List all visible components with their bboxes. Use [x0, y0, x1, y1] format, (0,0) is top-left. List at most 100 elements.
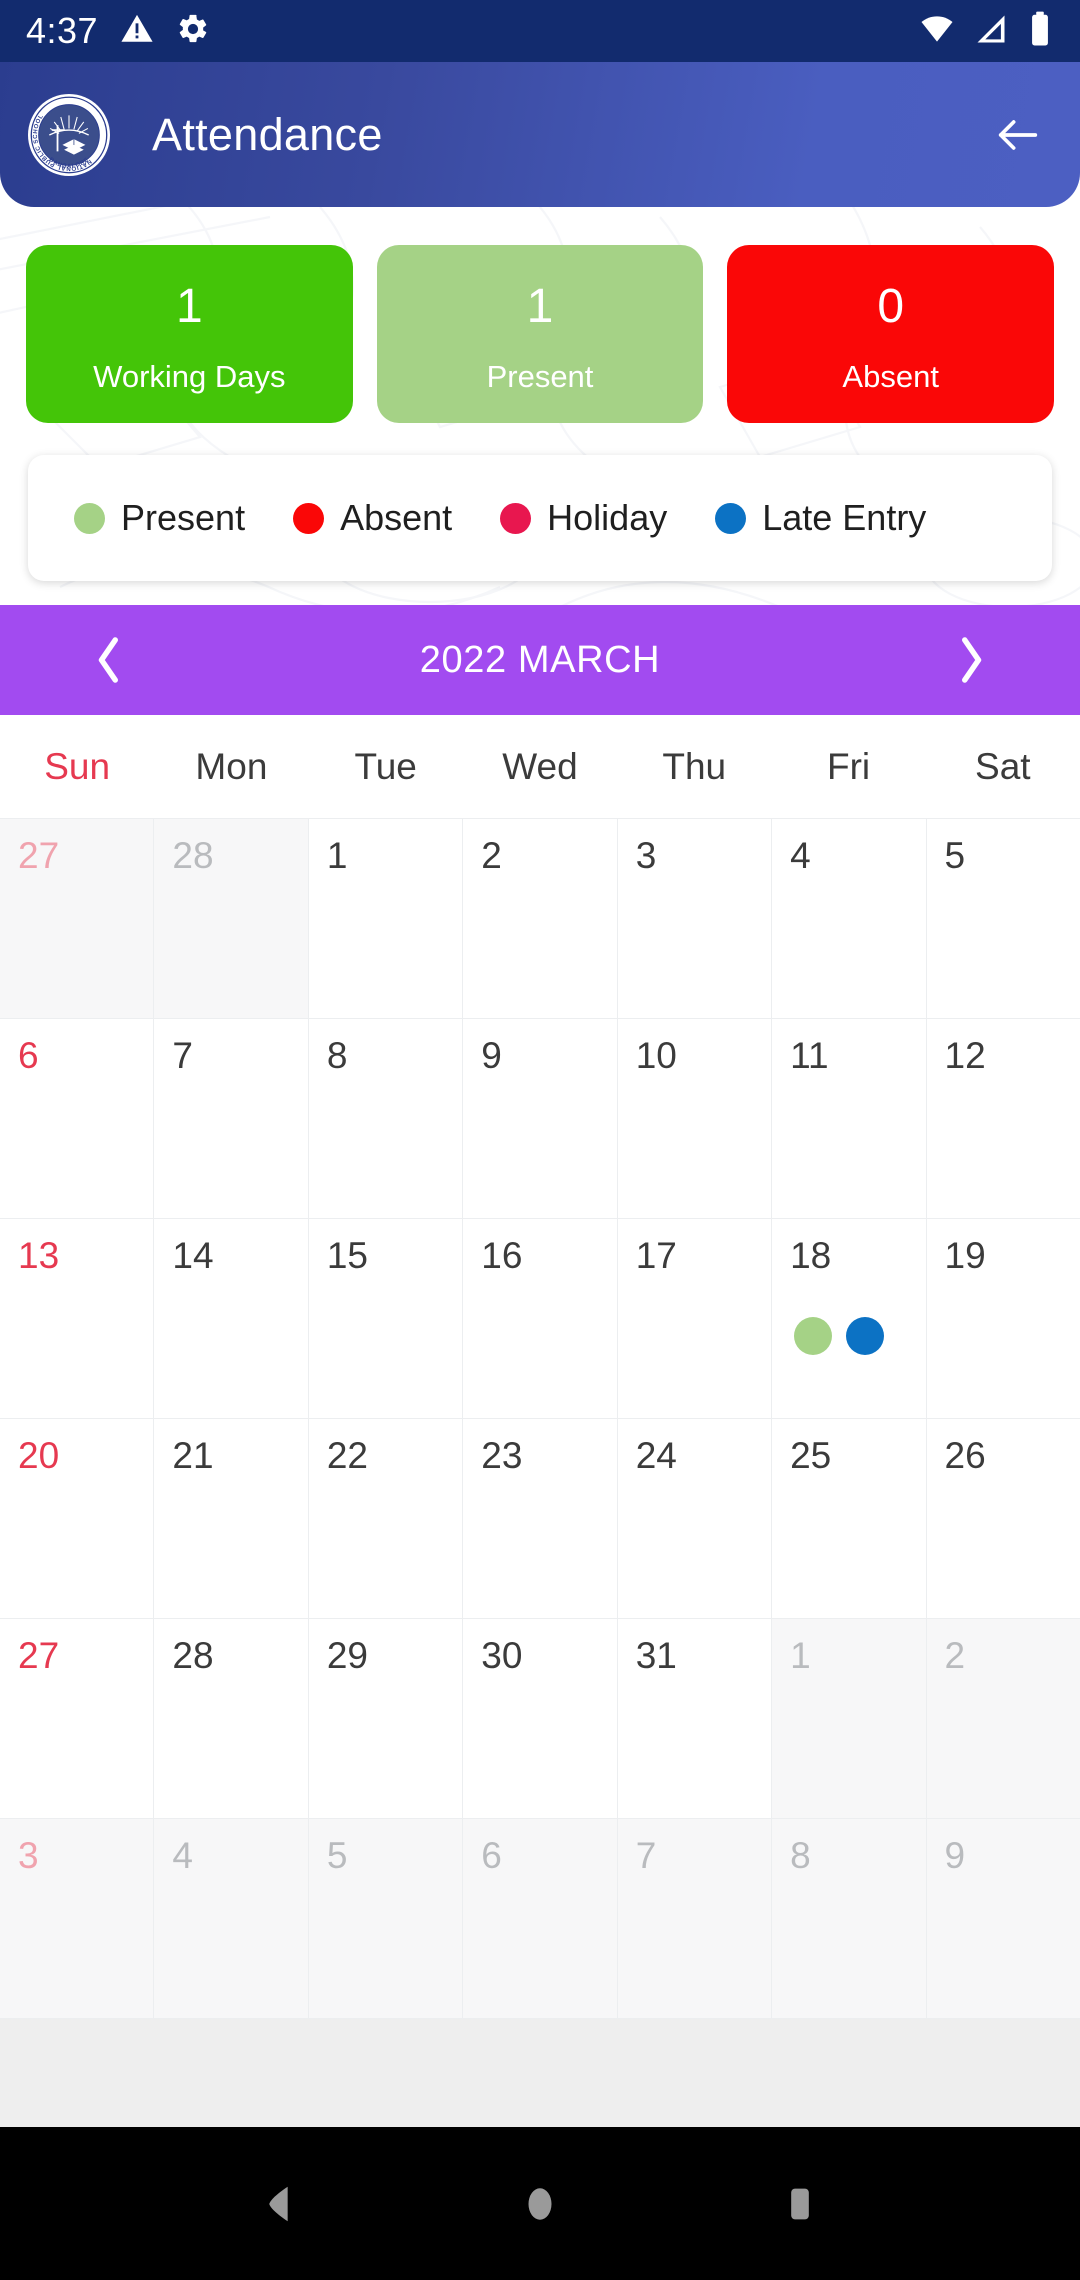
calendar-day-number: 11 [790, 1035, 829, 1076]
calendar-day-cell[interactable]: 16 [463, 1219, 618, 1419]
calendar-day-number: 26 [944, 1435, 986, 1476]
working-days-label: Working Days [93, 358, 286, 394]
calendar-day-cell[interactable]: 1 [772, 1619, 927, 1819]
calendar-day-cell[interactable]: 9 [926, 1819, 1080, 2019]
calendar-day-number: 1 [790, 1635, 811, 1676]
weekday-tue: Tue [354, 746, 417, 787]
calendar-week-row: 27 28 29 30 31 1 2 [0, 1619, 1080, 1819]
calendar-day-cell[interactable]: 7 [617, 1819, 773, 2019]
calendar-day-cell[interactable]: 26 [926, 1419, 1080, 1619]
legend-label-late-entry: Late Entry [762, 497, 927, 538]
calendar-day-number: 28 [172, 835, 214, 876]
status-bar-clock: 4:37 [26, 10, 99, 51]
calendar-day-cell[interactable]: 10 [617, 1019, 773, 1219]
calendar-day-cell[interactable]: 17 [617, 1219, 773, 1419]
calendar-day-number: 4 [172, 1835, 193, 1876]
calendar-day-cell[interactable]: 22 [308, 1419, 464, 1619]
calendar-day-cell[interactable]: 13 [0, 1219, 155, 1419]
attendance-screen: 4:37 NATIONAL PUBLIC SCHOOL BANGALORE At… [0, 0, 1080, 2280]
school-logo: NATIONAL PUBLIC SCHOOL BANGALORE [28, 93, 110, 176]
calendar-day-cell[interactable]: 3 [617, 819, 773, 1019]
app-bar: NATIONAL PUBLIC SCHOOL BANGALORE Attenda… [0, 62, 1080, 207]
calendar-day-cell[interactable]: 28 [154, 1619, 309, 1819]
android-recents-button[interactable] [755, 2159, 845, 2249]
calendar-day-number: 20 [18, 1435, 60, 1476]
legend-label-present: Present [121, 497, 246, 538]
android-back-button[interactable] [235, 2159, 325, 2249]
calendar-day-number: 13 [18, 1235, 60, 1276]
calendar-day-cell[interactable]: 29 [308, 1619, 464, 1819]
calendar-day-cell[interactable]: 8 [308, 1019, 464, 1219]
stat-card-absent[interactable]: 0 Absent [727, 245, 1055, 423]
calendar-day-number: 30 [481, 1635, 523, 1676]
calendar-day-cell[interactable]: 15 [308, 1219, 464, 1419]
calendar-day-cell[interactable]: 27 [0, 1619, 155, 1819]
calendar-day-cell[interactable]: 12 [926, 1019, 1080, 1219]
calendar-day-cell[interactable]: 6 [463, 1819, 618, 2019]
calendar-day-cell[interactable]: 3 [0, 1819, 155, 2019]
calendar-day-number: 3 [635, 835, 657, 876]
present-label: Present [486, 358, 594, 394]
weekday-sun: Sun [44, 746, 111, 787]
weekday-mon: Mon [195, 746, 268, 787]
calendar-day-cell[interactable]: 6 [0, 1019, 155, 1219]
calendar-day-cell[interactable]: 23 [463, 1419, 618, 1619]
month-navigation: 2022 MARCH [0, 605, 1080, 715]
calendar-day-cell[interactable]: 31 [617, 1619, 773, 1819]
calendar-day-number: 18 [790, 1235, 832, 1276]
next-month-button[interactable] [944, 633, 998, 687]
calendar-day-number: 28 [172, 1635, 214, 1676]
current-month-label: 2022 MARCH [419, 639, 661, 681]
calendar-day-number: 7 [172, 1035, 193, 1076]
calendar-day-cell[interactable]: 4 [772, 819, 927, 1019]
calendar-day-cell[interactable]: 1 [308, 819, 464, 1019]
calendar-day-cell[interactable]: 2 [463, 819, 618, 1019]
weekday-fri: Fri [826, 746, 871, 787]
calendar-day-number: 12 [944, 1035, 986, 1076]
android-home-button[interactable] [495, 2159, 585, 2249]
status-bar: 4:37 [0, 0, 1080, 62]
calendar-day-cell[interactable]: 20 [0, 1419, 155, 1619]
stat-card-working-days[interactable]: 1 Working Days [26, 245, 353, 423]
calendar-day-cell[interactable]: 5 [308, 1819, 464, 2019]
calendar-day-number: 3 [18, 1835, 39, 1876]
status-bar-left: 4:37 [26, 12, 210, 51]
calendar-day-cell[interactable]: 11 [772, 1019, 927, 1219]
android-recents-icon [791, 2188, 809, 2219]
absent-label: Absent [842, 358, 939, 394]
calendar-day-cell[interactable]: 2 [926, 1619, 1080, 1819]
calendar-day-cell[interactable]: 21 [154, 1419, 309, 1619]
back-arrow-icon [998, 119, 1038, 150]
calendar-day-cell[interactable]: 8 [772, 1819, 927, 2019]
calendar-day-number: 5 [944, 835, 966, 876]
present-dot-icon [74, 502, 105, 534]
calendar-day-cell[interactable]: 25 [772, 1419, 927, 1619]
legend-bar: Present Absent Holiday Late Entry [28, 455, 1052, 581]
back-button[interactable] [990, 107, 1046, 163]
stat-card-present[interactable]: 1 Present [376, 245, 704, 423]
calendar-day-number: 9 [944, 1835, 966, 1876]
calendar-day-cell[interactable]: 19 [926, 1219, 1080, 1419]
calendar-day-number: 6 [18, 1035, 39, 1076]
calendar-day-cell[interactable]: 18 [772, 1219, 927, 1419]
calendar-day-cell[interactable]: 5 [926, 819, 1080, 1019]
calendar-day-cell[interactable]: 9 [463, 1019, 618, 1219]
calendar-day-cell[interactable]: 27 [0, 819, 155, 1019]
calendar-day-cell[interactable]: 4 [154, 1819, 309, 2019]
previous-month-button[interactable] [82, 633, 136, 687]
calendar-day-cell[interactable]: 14 [154, 1219, 309, 1419]
calendar-day-cell[interactable]: 30 [463, 1619, 618, 1819]
calendar-day-number: 1 [326, 835, 348, 876]
battery-icon [1026, 10, 1054, 53]
weekday-sat: Sat [975, 746, 1031, 787]
attendance-dot-icon [846, 1317, 885, 1355]
calendar-day-cell[interactable]: 7 [154, 1019, 309, 1219]
summary-cards: 1 Working Days 1 Present 0 Absent [0, 245, 1080, 423]
android-navigation-bar [0, 2127, 1080, 2280]
calendar-week-row: 20 21 22 23 24 25 26 [0, 1419, 1080, 1619]
calendar-day-number: 24 [635, 1435, 677, 1476]
calendar-day-cell[interactable]: 28 [154, 819, 309, 1019]
wifi-icon [918, 10, 956, 53]
calendar-day-cell[interactable]: 24 [617, 1419, 773, 1619]
calendar-day-number: 14 [172, 1235, 214, 1276]
